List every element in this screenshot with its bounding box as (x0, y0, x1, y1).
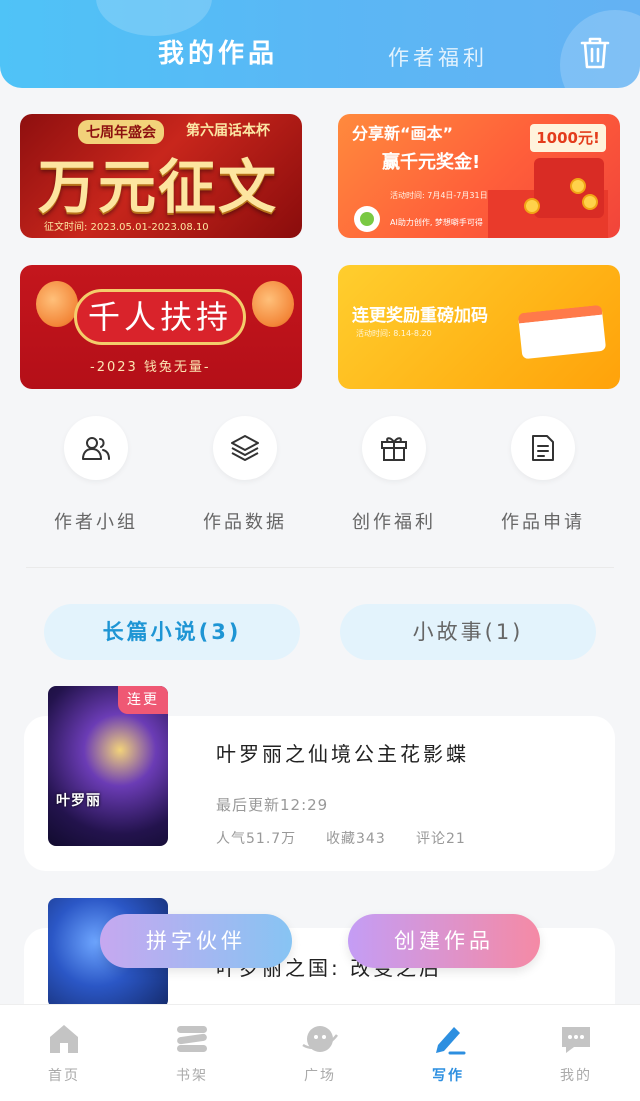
banner-date: 活动时间: 7月4日-7月31日 (390, 191, 488, 200)
coin-icon (570, 178, 586, 194)
lantern-icon (36, 281, 78, 327)
bottom-nav: 首页 书架 广场 写作 我的 (0, 1004, 640, 1101)
comments-stat: 评论21 (416, 831, 466, 847)
banner-update-reward[interactable]: 连更奖励重磅加码 活动时间: 8.14-8.20 (338, 265, 620, 389)
writing-partner-button[interactable]: 拼字伙伴 (100, 914, 292, 968)
action-label: 作者小组 (54, 512, 138, 533)
calendar-icon (517, 304, 607, 360)
favorites-stat: 收藏343 (326, 831, 386, 847)
action-label: 作品数据 (203, 512, 287, 533)
banner-share-huaben[interactable]: 分享新“画本” 赢千元奖金! 活动时间: 7月4日-7月31日 AI助力创作, … (338, 114, 620, 238)
action-label: 作品申请 (501, 512, 585, 533)
banner-prize: 1000元! (530, 124, 606, 152)
last-update: 最后更新12:29 (216, 796, 329, 814)
gift-icon (381, 437, 407, 461)
action-creation-benefits[interactable]: 创作福利 (334, 416, 454, 536)
work-title: 叶罗丽之仙境公主花影蝶 (216, 742, 469, 766)
users-icon (82, 437, 110, 460)
serializing-badge: 连更 (118, 686, 168, 714)
action-circle (213, 416, 277, 480)
banner-essay-contest[interactable]: 七周年盛会 第六届话本杯 万元征文 征文时间: 2023.05.01-2023.… (20, 114, 302, 238)
action-label: 创作福利 (352, 512, 436, 533)
nav-bookshelf[interactable]: 书架 (128, 1005, 256, 1101)
header-decoration (96, 0, 212, 36)
nav-label: 广场 (304, 1068, 336, 1084)
coin-icon (582, 194, 598, 210)
action-circle (511, 416, 575, 480)
action-work-application[interactable]: 作品申请 (483, 416, 603, 536)
banner-subtitle: -2023 钱兔无量- (90, 360, 211, 375)
action-work-data[interactable]: 作品数据 (185, 416, 305, 536)
banner-title: 分享新“画本” (352, 124, 454, 143)
tab-long-novels[interactable]: 长篇小说(3) (44, 604, 300, 660)
action-circle (362, 416, 426, 480)
banner-title: 千人扶持 (74, 289, 246, 345)
lantern-icon (252, 281, 294, 327)
banner-support-program[interactable]: 千人扶持 -2023 钱兔无量- (20, 265, 302, 389)
trash-icon[interactable] (580, 36, 610, 70)
nav-home[interactable]: 首页 (0, 1005, 128, 1101)
chat-bubble-icon (562, 1027, 590, 1053)
layers-icon (231, 435, 259, 461)
cover-title: 叶罗丽 (56, 793, 101, 809)
nav-label: 我的 (560, 1068, 592, 1084)
banner-footer: AI助力创作, 梦想噼手可得 (390, 218, 483, 227)
popularity-stat: 人气51.7万 (216, 831, 297, 847)
planet-icon (302, 1026, 338, 1052)
action-circle (64, 416, 128, 480)
nav-label: 书架 (176, 1068, 208, 1084)
mascot-icon (354, 206, 380, 232)
banner-date: 活动时间: 8.14-8.20 (356, 329, 432, 338)
coin-icon (524, 198, 540, 214)
top-header: 我的作品 作者福利 (0, 0, 640, 88)
tab-short-stories[interactable]: 小故事(1) (340, 604, 596, 660)
nav-plaza[interactable]: 广场 (256, 1005, 384, 1101)
banner-subtitle: 赢千元奖金! (382, 152, 481, 173)
home-icon (50, 1025, 78, 1053)
banner-title: 万元征文 (38, 153, 279, 221)
banner-title: 连更奖励重磅加码 (352, 306, 488, 326)
nav-writing[interactable]: 写作 (384, 1005, 512, 1101)
bookshelf-icon (177, 1026, 207, 1052)
tab-author-benefits[interactable]: 作者福利 (388, 42, 488, 72)
section-divider (26, 567, 614, 568)
action-author-group[interactable]: 作者小组 (36, 416, 156, 536)
banner-date: 征文时间: 2023.05.01-2023.08.10 (44, 222, 209, 233)
document-icon (532, 435, 554, 461)
nav-label: 首页 (48, 1068, 80, 1084)
nav-mine[interactable]: 我的 (512, 1005, 640, 1101)
nav-label: 写作 (432, 1068, 464, 1084)
pen-icon (436, 1027, 466, 1055)
banner-subtitle: 第六届话本杯 (186, 123, 270, 139)
create-work-button[interactable]: 创建作品 (348, 914, 540, 968)
tab-my-works[interactable]: 我的作品 (158, 33, 278, 70)
